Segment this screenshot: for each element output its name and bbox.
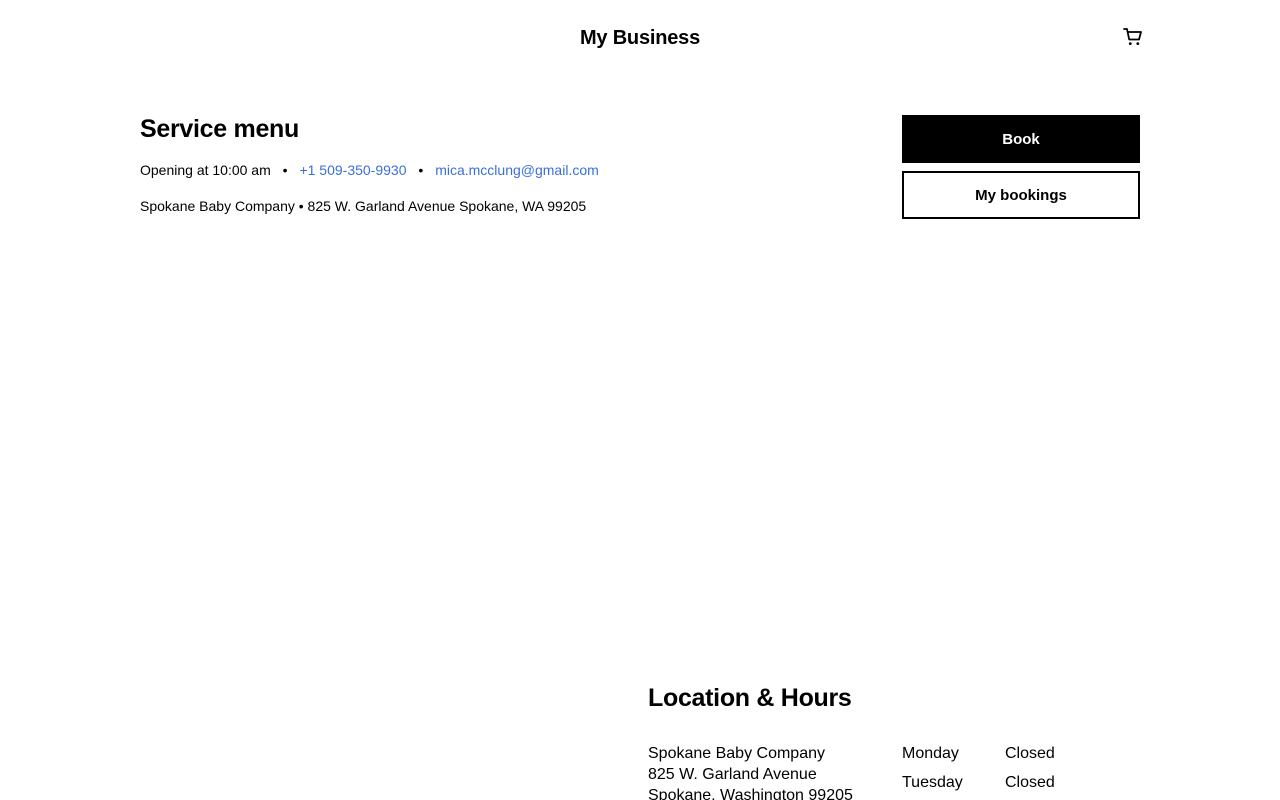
shopping-cart-icon [1123, 28, 1142, 45]
site-header: My Business [0, 0, 1280, 78]
hours-status: Closed [1005, 745, 1055, 762]
opening-hours-table: Monday Closed Tuesday Closed [902, 743, 1055, 800]
opening-hours-text: Opening at 10:00 am [140, 162, 271, 178]
service-header: Service menu Opening at 10:00 am • +1 50… [140, 113, 1140, 219]
separator-dot: • [418, 162, 424, 178]
address-line: Spokane Baby Company [648, 745, 825, 762]
email-link[interactable]: mica.mcclung@gmail.com [435, 162, 599, 178]
hours-status: Closed [1005, 774, 1055, 791]
address-line: Spokane, Washington 99205 [648, 787, 853, 800]
location-hours-section: Location & Hours Spokane Baby Company 82… [648, 683, 1148, 800]
hours-row: Monday Closed [902, 743, 1055, 772]
address-line: 825 W. Garland Avenue [648, 766, 817, 783]
hours-row: Tuesday Closed [902, 772, 1055, 800]
my-bookings-button[interactable]: My bookings [902, 171, 1140, 219]
location-address: Spokane Baby Company 825 W. Garland Aven… [648, 743, 853, 800]
location-hours-title: Location & Hours [648, 684, 852, 712]
hours-day: Tuesday [902, 774, 963, 791]
site-title[interactable]: My Business [0, 27, 1280, 50]
separator-dot: • [282, 162, 288, 178]
business-address: Spokane Baby Company • 825 W. Garland Av… [140, 198, 587, 214]
hours-day: Monday [902, 745, 959, 762]
phone-link[interactable]: +1 509-350-9930 [299, 162, 406, 178]
book-button[interactable]: Book [902, 115, 1140, 163]
business-info-line: Opening at 10:00 am • +1 509-350-9930 • … [140, 161, 599, 179]
cart-button[interactable] [1120, 24, 1146, 50]
